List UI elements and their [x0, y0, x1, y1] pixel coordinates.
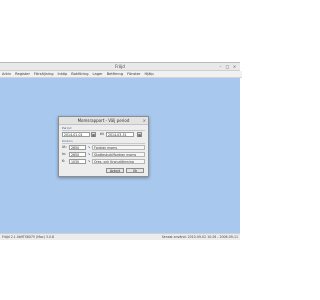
menu-bokforing[interactable]: Bokföring [71, 71, 88, 77]
ok-button[interactable]: Ok [126, 168, 144, 173]
minimize-button[interactable]: – [218, 64, 223, 69]
menu-register[interactable]: Register [15, 71, 30, 77]
menu-arkiv[interactable]: Arkiv [2, 71, 11, 77]
row-prefix-in: In: [62, 152, 67, 156]
accounts-divider [62, 143, 145, 144]
account-field-k[interactable]: 1030 [69, 159, 86, 164]
menu-lager[interactable]: Lager [93, 71, 103, 77]
menu-forsaljning[interactable]: Försäljning [34, 71, 54, 77]
app-window: Fröjd – □ × Arkiv Register Försäljning I… [0, 62, 242, 240]
status-version: Fröjd 2.1.0b9TS6075 (Mac) 3.0.8 [2, 235, 55, 239]
account-picker-icon[interactable]: ↘ [87, 145, 91, 150]
from-calendar-icon[interactable]: ▦ [91, 132, 96, 137]
status-last-used: Senast använd: 2010-09-02 10:26 - 2006-0… [161, 235, 238, 239]
close-window-button[interactable]: × [232, 64, 237, 69]
title-bar: Fröjd – □ × [0, 63, 240, 71]
dialog-close-icon[interactable]: × [143, 117, 146, 124]
account-field-ut[interactable]: 2650 [69, 145, 86, 150]
account-field-in[interactable]: 2650 [69, 152, 86, 157]
menu-betalning[interactable]: Betfimng [107, 71, 123, 77]
account-picker-icon[interactable]: ↘ [87, 159, 91, 164]
row-prefix-ut: Ut: [62, 145, 67, 149]
menu-fonster[interactable]: Fönster [127, 71, 140, 77]
screen: { "app": { "title": "Fröjd", "window_but… [0, 0, 242, 300]
from-date-field[interactable]: 2014-01-01 [62, 132, 90, 137]
to-label: till [100, 132, 104, 136]
dialog-title-bar: Momsrapport - Välj period × [59, 117, 148, 125]
menu-bar: Arkiv Register Försäljning Inköp Bokföri… [0, 71, 242, 78]
to-calendar-icon[interactable]: ▦ [137, 132, 142, 137]
to-date-field[interactable]: 2014-03-31 [106, 132, 134, 137]
maximize-button[interactable]: □ [225, 64, 230, 69]
cancel-button[interactable]: Avbryt [106, 168, 124, 173]
account-description: Skatteskuld/fordran moms [92, 152, 145, 157]
period-divider [62, 130, 145, 131]
menu-hjalp[interactable]: Hjälp [145, 71, 154, 77]
row-prefix-k: K: [62, 159, 66, 163]
dialog-title: Momsrapport - Välj period [77, 118, 130, 123]
account-description: Fordran moms [92, 145, 145, 150]
account-description: Öres- och Kronutjämning [92, 159, 145, 164]
account-picker-icon[interactable]: ↘ [87, 152, 91, 157]
menu-inkop[interactable]: Inköp [57, 71, 67, 77]
status-bar: Fröjd 2.1.0b9TS6075 (Mac) 3.0.8 Senast a… [0, 233, 240, 240]
window-title: Fröjd [115, 64, 125, 69]
vat-report-dialog: Momsrapport - Välj period × Period 2014-… [58, 116, 149, 177]
